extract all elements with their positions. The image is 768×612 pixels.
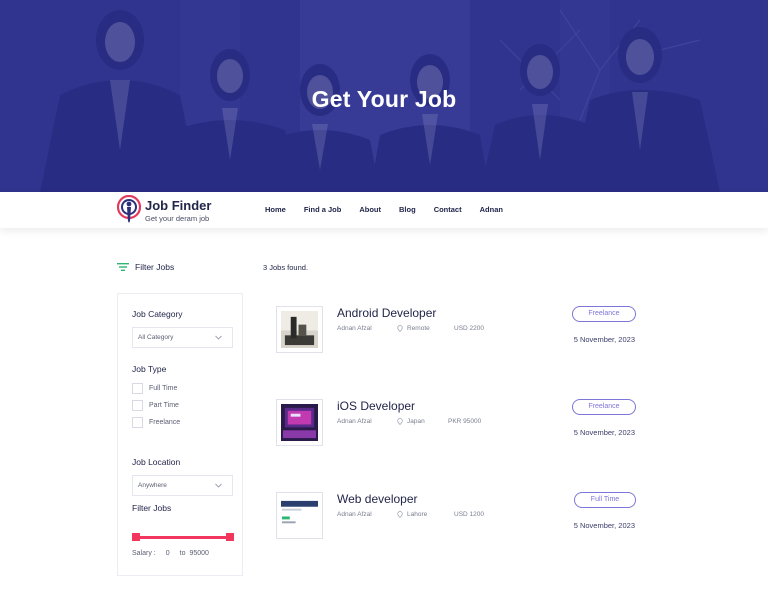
job-finder-logo-icon [117, 195, 141, 223]
brand-logo[interactable]: Job Finder Get your deram job [117, 195, 257, 227]
job-thumbnail[interactable] [276, 306, 323, 353]
filter-toggle[interactable]: Filter Jobs [117, 262, 174, 272]
job-date: 5 November, 2023 [573, 521, 635, 530]
nav-about[interactable]: About [359, 205, 381, 214]
job-location-value: Anywhere [138, 482, 167, 489]
job-type-badge[interactable]: Freelance [572, 306, 636, 322]
part-time-checkbox[interactable] [132, 400, 143, 411]
chevron-down-icon [215, 335, 222, 340]
job-type-freelance[interactable]: Freelance [132, 417, 180, 428]
job-meta: Adnan Afzal Japan PKR 95000 [337, 418, 481, 425]
job-category-select[interactable]: All Category [132, 327, 233, 348]
job-location-text: Japan [407, 418, 425, 425]
nav-home[interactable]: Home [265, 205, 286, 214]
range-filter-label: Filter Jobs [132, 503, 172, 513]
job-meta: Adnan Afzal Lahore USD 1200 [337, 511, 484, 518]
full-time-checkbox[interactable] [132, 383, 143, 394]
job-type-badge[interactable]: Freelance [572, 399, 636, 415]
freelance-label: Freelance [149, 419, 181, 426]
nav-find-a-job[interactable]: Find a Job [304, 205, 342, 214]
nav-blog[interactable]: Blog [399, 205, 416, 214]
job-location-select[interactable]: Anywhere [132, 475, 233, 496]
job-type-badge[interactable]: Full Time [574, 492, 636, 508]
job-title[interactable]: Android Developer [337, 306, 436, 320]
salary-max: 95000 [189, 550, 209, 557]
salary-label: Salary : [132, 550, 156, 557]
freelance-checkbox[interactable] [132, 417, 143, 428]
job-company: Adnan Afzal [337, 511, 372, 518]
location-pin-icon [397, 511, 403, 518]
salary-min: 0 [165, 550, 170, 557]
job-location: Lahore [397, 511, 454, 518]
job-salary: USD 1200 [454, 511, 484, 518]
job-type-label: Job Type [132, 364, 167, 374]
job-type-part-time[interactable]: Part Time [132, 400, 179, 411]
job-date: 5 November, 2023 [573, 335, 635, 344]
job-thumbnail[interactable] [276, 492, 323, 539]
filter-title: Filter Jobs [135, 262, 175, 272]
job-thumbnail[interactable] [276, 399, 323, 446]
hero-banner: Get Your Job [0, 0, 768, 192]
filter-sidebar: Job Category All Category Job Type Full … [117, 293, 243, 576]
job-category-label: Job Category [132, 309, 183, 319]
job-salary: USD 2200 [454, 325, 484, 332]
jobs-found-count: 3 Jobs found. [263, 263, 309, 272]
job-location-text: Lahore [407, 511, 428, 518]
job-location: Japan [397, 418, 448, 425]
job-title[interactable]: Web developer [337, 492, 418, 506]
job-card[interactable]: iOS Developer Adnan Afzal Japan PKR 9500… [276, 399, 646, 449]
location-pin-icon [397, 418, 403, 425]
job-location-text: Remote [407, 325, 430, 332]
job-company: Adnan Afzal [337, 418, 372, 425]
salary-readout: Salary : 0 to 95000 [132, 550, 215, 557]
job-date: 5 November, 2023 [573, 428, 635, 437]
job-type-full-time[interactable]: Full Time [132, 383, 177, 394]
nav-user-adnan[interactable]: Adnan [480, 205, 503, 214]
job-location: Remote [397, 325, 454, 332]
part-time-label: Part Time [149, 402, 179, 409]
job-company: Adnan Afzal [337, 325, 372, 332]
job-card[interactable]: Web developer Adnan Afzal Lahore USD 120… [276, 492, 646, 542]
brand-name: Job Finder [145, 198, 212, 213]
nav-contact[interactable]: Contact [434, 205, 462, 214]
job-card[interactable]: Android Developer Adnan Afzal Remote USD… [276, 306, 646, 356]
ios-job-image [281, 404, 318, 441]
chevron-down-icon [215, 483, 222, 488]
web-job-image [281, 497, 318, 534]
job-meta: Adnan Afzal Remote USD 2200 [337, 325, 484, 332]
salary-range-min-handle[interactable] [132, 533, 140, 541]
salary-to: to [179, 550, 186, 557]
main-nav: Home Find a Job About Blog Contact Adnan [265, 205, 521, 214]
salary-range-track[interactable] [134, 536, 231, 539]
salary-range-max-handle[interactable] [226, 533, 234, 541]
job-title[interactable]: iOS Developer [337, 399, 415, 413]
job-salary: PKR 95000 [448, 418, 482, 425]
full-time-label: Full Time [149, 385, 178, 392]
brand-tagline: Get your deram job [145, 214, 210, 223]
job-location-label: Job Location [132, 457, 181, 467]
navbar: Job Finder Get your deram job Home Find … [0, 192, 768, 228]
job-category-value: All Category [138, 334, 174, 341]
filter-icon [117, 263, 129, 271]
android-job-image [281, 311, 318, 348]
hero-title: Get Your Job [311, 86, 457, 112]
location-pin-icon [397, 325, 403, 332]
